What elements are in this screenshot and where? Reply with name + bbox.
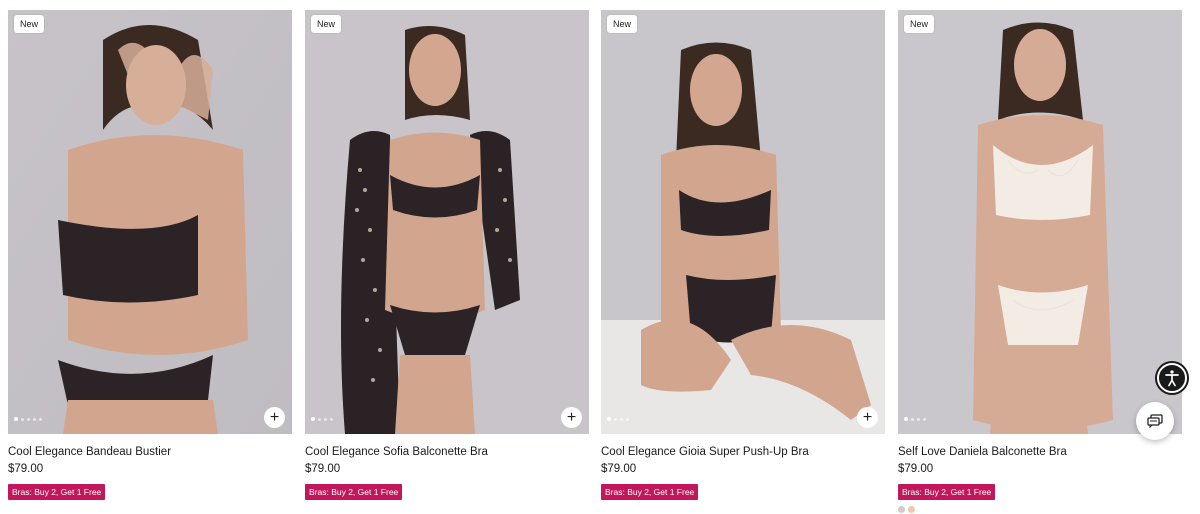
carousel-dot[interactable] (311, 417, 315, 421)
carousel-dot[interactable] (917, 417, 920, 421)
product-grid: New + Cool Elegance Bandeau Bustier $79.… (0, 0, 1200, 514)
product-image[interactable]: New + (305, 10, 589, 434)
carousel-dot[interactable] (318, 417, 321, 421)
carousel-dots[interactable] (904, 417, 926, 421)
carousel-dot[interactable] (14, 417, 18, 421)
product-price: $79.00 (8, 463, 44, 475)
product-photo (305, 10, 589, 434)
product-price: $79.00 (898, 463, 934, 475)
chat-icon (1147, 414, 1163, 428)
product-card[interactable]: New Self Love Daniela Balconette Bra $79… (898, 10, 1182, 513)
carousel-dot[interactable] (607, 417, 611, 421)
plus-icon: + (269, 408, 280, 426)
quick-add-button[interactable]: + (561, 407, 582, 428)
product-image[interactable]: New + (601, 10, 885, 434)
new-badge: New (607, 15, 638, 33)
carousel-dot[interactable] (27, 417, 30, 421)
carousel-dots[interactable] (14, 417, 42, 421)
plus-icon: + (862, 408, 873, 426)
carousel-dot[interactable] (626, 417, 629, 421)
color-swatches[interactable] (898, 506, 1182, 513)
carousel-dot[interactable] (923, 417, 926, 421)
product-photo (601, 10, 885, 434)
product-image[interactable]: New + (8, 10, 292, 434)
new-badge: New (311, 15, 342, 33)
accessibility-button[interactable] (1155, 361, 1189, 395)
promo-badge: Bras: Buy 2, Get 1 Free (305, 484, 403, 500)
product-price: $79.00 (601, 463, 637, 475)
product-photo (898, 10, 1182, 434)
product-card[interactable]: New + Cool Elegance Gioia Super Push-Up … (601, 10, 885, 500)
new-badge: New (14, 15, 45, 33)
carousel-dot[interactable] (620, 417, 623, 421)
product-price: $79.00 (305, 463, 341, 475)
product-image[interactable]: New (898, 10, 1182, 434)
carousel-dot[interactable] (904, 417, 908, 421)
carousel-dot[interactable] (330, 417, 333, 421)
promo-badge: Bras: Buy 2, Get 1 Free (898, 484, 996, 500)
new-badge: New (904, 15, 935, 33)
chat-button[interactable] (1136, 402, 1174, 440)
product-card[interactable]: New + Cool Elegance Bandeau Bustier $79.… (8, 10, 292, 500)
carousel-dot[interactable] (911, 417, 914, 421)
product-name[interactable]: Self Love Daniela Balconette Bra (898, 446, 1182, 458)
carousel-dot[interactable] (33, 417, 36, 421)
carousel-dots[interactable] (607, 417, 629, 421)
carousel-dot[interactable] (614, 417, 617, 421)
promo-badge: Bras: Buy 2, Get 1 Free (601, 484, 699, 500)
plus-icon: + (566, 408, 577, 426)
accessibility-icon (1157, 363, 1187, 393)
color-swatch[interactable] (908, 506, 915, 513)
color-swatch[interactable] (898, 506, 905, 513)
product-card[interactable]: New + Cool Elegance Sofia Balconette Bra… (305, 10, 589, 500)
product-photo (8, 10, 292, 434)
carousel-dot[interactable] (21, 417, 24, 421)
carousel-dots[interactable] (311, 417, 333, 421)
quick-add-button[interactable]: + (857, 407, 878, 428)
carousel-dot[interactable] (324, 417, 327, 421)
product-name[interactable]: Cool Elegance Gioia Super Push-Up Bra (601, 446, 885, 458)
carousel-dot[interactable] (39, 417, 42, 421)
product-name[interactable]: Cool Elegance Bandeau Bustier (8, 446, 292, 458)
promo-badge: Bras: Buy 2, Get 1 Free (8, 484, 106, 500)
quick-add-button[interactable]: + (264, 407, 285, 428)
product-name[interactable]: Cool Elegance Sofia Balconette Bra (305, 446, 589, 458)
